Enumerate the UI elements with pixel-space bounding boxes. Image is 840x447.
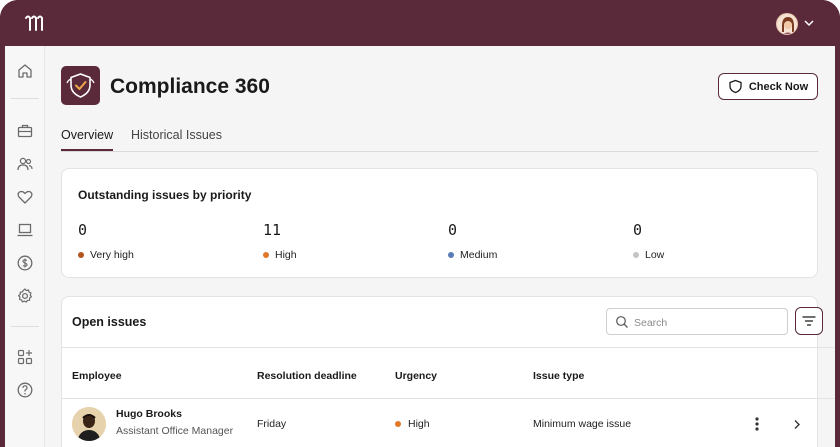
sidebar bbox=[5, 46, 45, 447]
shield-icon bbox=[729, 79, 742, 94]
medium-label: Medium bbox=[460, 249, 498, 261]
column-header-employee[interactable]: Employee bbox=[72, 370, 122, 382]
laptop-icon[interactable] bbox=[16, 221, 34, 239]
priority-card-title: Outstanding issues by priority bbox=[78, 188, 252, 202]
app-frame: Compliance 360 Check Now Overview Histor… bbox=[0, 0, 840, 447]
sidebar-divider bbox=[11, 98, 39, 99]
employee-role: Assistant Office Manager bbox=[116, 425, 234, 437]
chevron-right-icon[interactable] bbox=[793, 419, 801, 430]
check-now-label: Check Now bbox=[748, 80, 809, 93]
avatar bbox=[72, 407, 106, 441]
issue-type: Minimum wage issue bbox=[533, 418, 632, 430]
home-icon[interactable] bbox=[16, 62, 34, 80]
high-count: 11 bbox=[263, 221, 282, 239]
high-dot bbox=[263, 252, 269, 258]
high-label-row: High bbox=[263, 249, 297, 261]
more-options-icon[interactable] bbox=[754, 416, 760, 432]
help-icon[interactable] bbox=[16, 381, 34, 399]
briefcase-icon[interactable] bbox=[16, 122, 34, 140]
search-icon bbox=[616, 316, 628, 328]
user-avatar[interactable] bbox=[776, 13, 798, 35]
sidebar-divider bbox=[11, 326, 39, 327]
search-input[interactable]: Search bbox=[606, 308, 788, 335]
chevron-down-icon[interactable] bbox=[804, 19, 814, 27]
low-label-row: Low bbox=[633, 249, 664, 261]
company-logo-icon[interactable] bbox=[24, 14, 46, 32]
open-issues-title: Open issues bbox=[72, 315, 147, 329]
search-placeholder: Search bbox=[634, 317, 668, 329]
column-header-resolution-deadline[interactable]: Resolution deadline bbox=[257, 370, 357, 382]
top-bar bbox=[0, 0, 840, 46]
very-high-label: Very high bbox=[90, 249, 134, 261]
apps-add-icon[interactable] bbox=[16, 348, 34, 366]
table-header: Employee Resolution deadline Urgency Iss… bbox=[62, 347, 834, 399]
open-issues-card: Open issues Search Employee Resolution d… bbox=[61, 296, 834, 447]
people-icon[interactable] bbox=[16, 155, 34, 173]
very-high-label-row: Very high bbox=[78, 249, 134, 261]
tab-historical-issues[interactable]: Historical Issues bbox=[131, 128, 222, 142]
compliance-app-icon bbox=[61, 66, 100, 105]
very-high-count: 0 bbox=[78, 221, 88, 239]
dollar-icon[interactable] bbox=[16, 254, 34, 272]
medium-count: 0 bbox=[448, 221, 458, 239]
tab-overview[interactable]: Overview bbox=[61, 128, 114, 151]
medium-label-row: Medium bbox=[448, 249, 497, 261]
low-label: Low bbox=[645, 249, 665, 261]
settings-icon[interactable] bbox=[16, 287, 34, 305]
priority-card: Outstanding issues by priority 0 Very hi… bbox=[61, 168, 818, 278]
urgency-dot bbox=[395, 421, 401, 427]
urgency-label: High bbox=[408, 418, 430, 430]
column-header-issue-type[interactable]: Issue type bbox=[533, 370, 584, 382]
tab-bar: Overview Historical Issues bbox=[61, 128, 818, 152]
main-content: Compliance 360 Check Now Overview Histor… bbox=[45, 46, 835, 447]
table-row[interactable]: Hugo Brooks Assistant Office Manager Fri… bbox=[62, 399, 834, 447]
page-title: Compliance 360 bbox=[110, 75, 270, 98]
high-label: High bbox=[275, 249, 297, 261]
filter-button[interactable] bbox=[795, 307, 823, 335]
filter-icon bbox=[802, 316, 816, 326]
resolution-deadline: Friday bbox=[257, 418, 287, 430]
column-header-urgency[interactable]: Urgency bbox=[395, 370, 437, 382]
heart-icon[interactable] bbox=[16, 188, 34, 206]
low-count: 0 bbox=[633, 221, 643, 239]
frame-edge bbox=[835, 46, 840, 447]
employee-name[interactable]: Hugo Brooks bbox=[116, 408, 182, 420]
urgency-cell: High bbox=[395, 418, 430, 430]
very-high-dot bbox=[78, 252, 84, 258]
medium-dot bbox=[448, 252, 454, 258]
low-dot bbox=[633, 252, 639, 258]
check-now-button[interactable]: Check Now bbox=[718, 73, 818, 100]
